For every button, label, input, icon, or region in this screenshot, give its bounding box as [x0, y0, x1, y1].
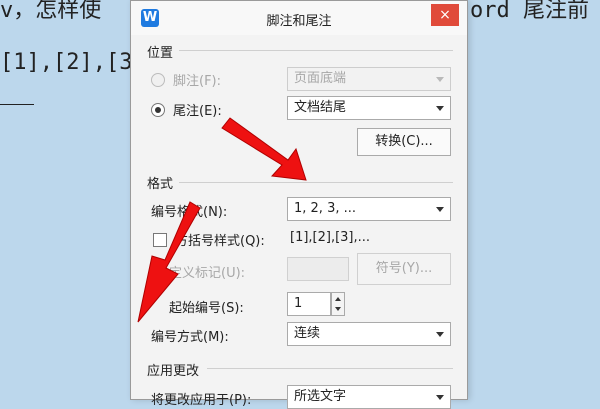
red-arrow-icon [137, 201, 201, 323]
red-arrow-icon [221, 117, 307, 181]
annotation-arrows [137, 117, 307, 323]
